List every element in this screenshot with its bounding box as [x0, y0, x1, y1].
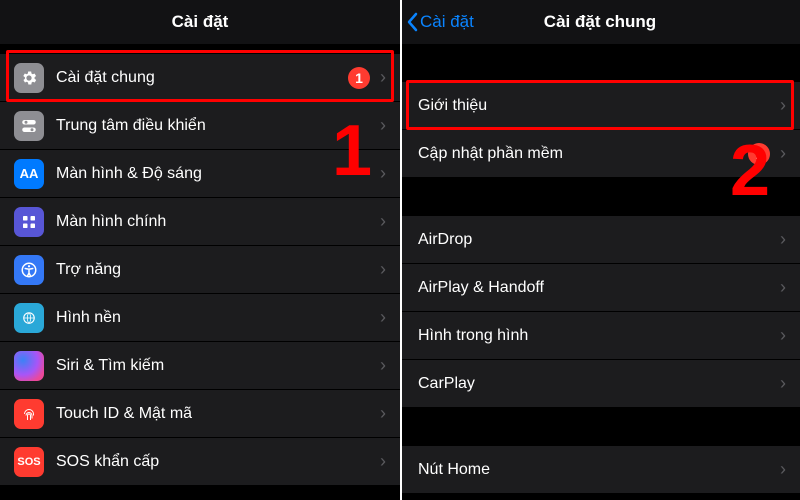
row-wallpaper[interactable]: Hình nền ›	[0, 294, 400, 342]
row-home-button[interactable]: Nút Home ›	[400, 446, 800, 494]
chevron-right-icon: ›	[780, 143, 786, 164]
wallpaper-icon	[14, 303, 44, 333]
back-label: Cài đặt	[420, 12, 474, 32]
section-gap	[400, 408, 800, 446]
row-control-center[interactable]: Trung tâm điều khiển ›	[0, 102, 400, 150]
chevron-right-icon: ›	[380, 211, 386, 232]
chevron-right-icon: ›	[380, 307, 386, 328]
row-label: Màn hình & Độ sáng	[56, 165, 380, 183]
chevron-right-icon: ›	[780, 459, 786, 480]
row-about[interactable]: Giới thiệu ›	[400, 82, 800, 130]
row-label: Trung tâm điều khiển	[56, 117, 380, 135]
chevron-right-icon: ›	[780, 229, 786, 250]
row-label: Cập nhật phần mềm	[418, 145, 748, 163]
row-label: AirDrop	[418, 231, 780, 249]
header-left: Cài đặt	[0, 0, 400, 44]
row-label: Màn hình chính	[56, 213, 380, 231]
row-sos[interactable]: SOS SOS khẩn cấp ›	[0, 438, 400, 486]
row-label: Nút Home	[418, 461, 780, 479]
chevron-right-icon: ›	[380, 355, 386, 376]
chevron-right-icon: ›	[780, 95, 786, 116]
row-label: Cài đặt chung	[56, 69, 348, 87]
row-touchid[interactable]: Touch ID & Mật mã ›	[0, 390, 400, 438]
general-list: Giới thiệu › Cập nhật phần mềm 1 › AirDr…	[400, 82, 800, 494]
row-label: Touch ID & Mật mã	[56, 405, 380, 423]
chevron-right-icon: ›	[380, 451, 386, 472]
row-siri[interactable]: Siri & Tìm kiếm ›	[0, 342, 400, 390]
chevron-right-icon: ›	[380, 259, 386, 280]
touchid-icon	[14, 399, 44, 429]
row-general[interactable]: Cài đặt chung 1 ›	[0, 54, 400, 102]
section-gap	[0, 44, 400, 54]
row-pip[interactable]: Hình trong hình ›	[400, 312, 800, 360]
chevron-right-icon: ›	[380, 115, 386, 136]
badge-update: 1	[748, 143, 770, 165]
back-button[interactable]: Cài đặt	[406, 0, 474, 44]
chevron-right-icon: ›	[780, 373, 786, 394]
gear-icon	[14, 63, 44, 93]
chevron-right-icon: ›	[780, 277, 786, 298]
row-label: Siri & Tìm kiếm	[56, 357, 380, 375]
header-right: Cài đặt Cài đặt chung	[400, 0, 800, 44]
chevron-right-icon: ›	[380, 403, 386, 424]
chevron-right-icon: ›	[380, 163, 386, 184]
badge-general: 1	[348, 67, 370, 89]
display-icon: AA	[14, 159, 44, 189]
sos-icon: SOS	[14, 447, 44, 477]
accessibility-icon	[14, 255, 44, 285]
row-label: Giới thiệu	[418, 97, 780, 115]
settings-root-panel: Cài đặt Cài đặt chung 1 › Trung tâm điều…	[0, 0, 400, 500]
general-panel: Cài đặt Cài đặt chung Giới thiệu › Cập n…	[400, 0, 800, 500]
siri-icon	[14, 351, 44, 381]
row-label: AirPlay & Handoff	[418, 279, 780, 297]
row-label: SOS khẩn cấp	[56, 453, 380, 471]
settings-list: Cài đặt chung 1 › Trung tâm điều khiển ›…	[0, 54, 400, 486]
row-label: Trợ năng	[56, 261, 380, 279]
row-software-update[interactable]: Cập nhật phần mềm 1 ›	[400, 130, 800, 178]
row-label: Hình nền	[56, 309, 380, 327]
row-label: Hình trong hình	[418, 327, 780, 345]
row-home-screen[interactable]: Màn hình chính ›	[0, 198, 400, 246]
section-gap	[400, 178, 800, 216]
row-carplay[interactable]: CarPlay ›	[400, 360, 800, 408]
section-gap	[400, 44, 800, 82]
chevron-right-icon: ›	[780, 325, 786, 346]
row-label: CarPlay	[418, 375, 780, 393]
control-center-icon	[14, 111, 44, 141]
row-display[interactable]: AA Màn hình & Độ sáng ›	[0, 150, 400, 198]
row-airdrop[interactable]: AirDrop ›	[400, 216, 800, 264]
row-airplay[interactable]: AirPlay & Handoff ›	[400, 264, 800, 312]
header-title-left: Cài đặt	[172, 12, 229, 32]
home-screen-icon	[14, 207, 44, 237]
row-accessibility[interactable]: Trợ năng ›	[0, 246, 400, 294]
panel-divider	[400, 0, 402, 500]
chevron-right-icon: ›	[380, 67, 386, 88]
header-title-right: Cài đặt chung	[544, 12, 656, 32]
